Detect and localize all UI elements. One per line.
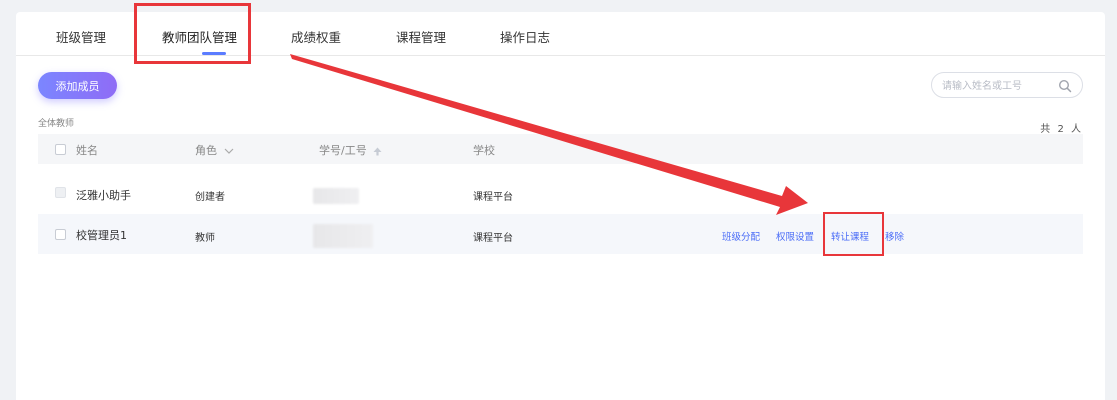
member-school: 课程平台 <box>473 192 513 203</box>
search-input[interactable] <box>942 78 1052 94</box>
header-id-label: 学号/工号 <box>319 144 367 157</box>
table-row: 校管理员1 教师 课程平台 班级分配 权限设置 转让课程 移除 <box>38 214 1083 254</box>
add-member-button[interactable]: 添加成员 <box>38 72 117 99</box>
header-id[interactable]: 学号/工号 <box>319 142 382 158</box>
member-school: 课程平台 <box>473 233 513 244</box>
header-name: 姓名 <box>76 144 98 157</box>
row-checkbox-disabled <box>55 187 66 198</box>
member-name: 泛雅小助手 <box>76 189 131 202</box>
total-count: 共 2 人 <box>1040 124 1083 135</box>
group-label: 全体教师 <box>38 119 75 129</box>
tab-operation-log[interactable]: 操作日志 <box>500 27 550 46</box>
class-assign-link[interactable]: 班级分配 <box>722 229 760 243</box>
header-role-label: 角色 <box>195 144 217 157</box>
tab-course-management[interactable]: 课程管理 <box>396 27 446 46</box>
transfer-course-link[interactable]: 转让课程 <box>831 229 869 243</box>
tab-bar: 班级管理 教师团队管理 成绩权重 课程管理 操作日志 <box>16 12 1105 56</box>
member-role: 创建者 <box>195 192 225 203</box>
remove-link[interactable]: 移除 <box>885 229 904 243</box>
table-row: 泛雅小助手 创建者 课程平台 <box>38 174 1083 214</box>
tab-class-management[interactable]: 班级管理 <box>56 27 106 46</box>
chevron-down-icon <box>224 148 233 154</box>
header-school: 学校 <box>473 144 495 157</box>
member-role: 教师 <box>195 233 215 244</box>
tab-grade-weight[interactable]: 成绩权重 <box>291 27 341 46</box>
redacted-id <box>313 188 359 204</box>
search-box[interactable] <box>931 72 1083 98</box>
permission-settings-link[interactable]: 权限设置 <box>776 229 814 243</box>
active-tab-indicator <box>202 52 226 55</box>
row-checkbox[interactable] <box>55 229 66 240</box>
search-icon[interactable] <box>1058 79 1072 93</box>
tab-teacher-team[interactable]: 教师团队管理 <box>162 27 237 46</box>
header-role[interactable]: 角色 <box>195 142 234 158</box>
main-card: 班级管理 教师团队管理 成绩权重 课程管理 操作日志 添加成员 全体教师 共 2… <box>16 12 1105 400</box>
sort-up-icon <box>373 147 382 155</box>
redacted-id <box>313 224 373 248</box>
member-name: 校管理员1 <box>76 229 127 242</box>
table-header: 姓名 角色 学号/工号 学校 <box>38 134 1083 164</box>
select-all-checkbox[interactable] <box>55 144 66 155</box>
